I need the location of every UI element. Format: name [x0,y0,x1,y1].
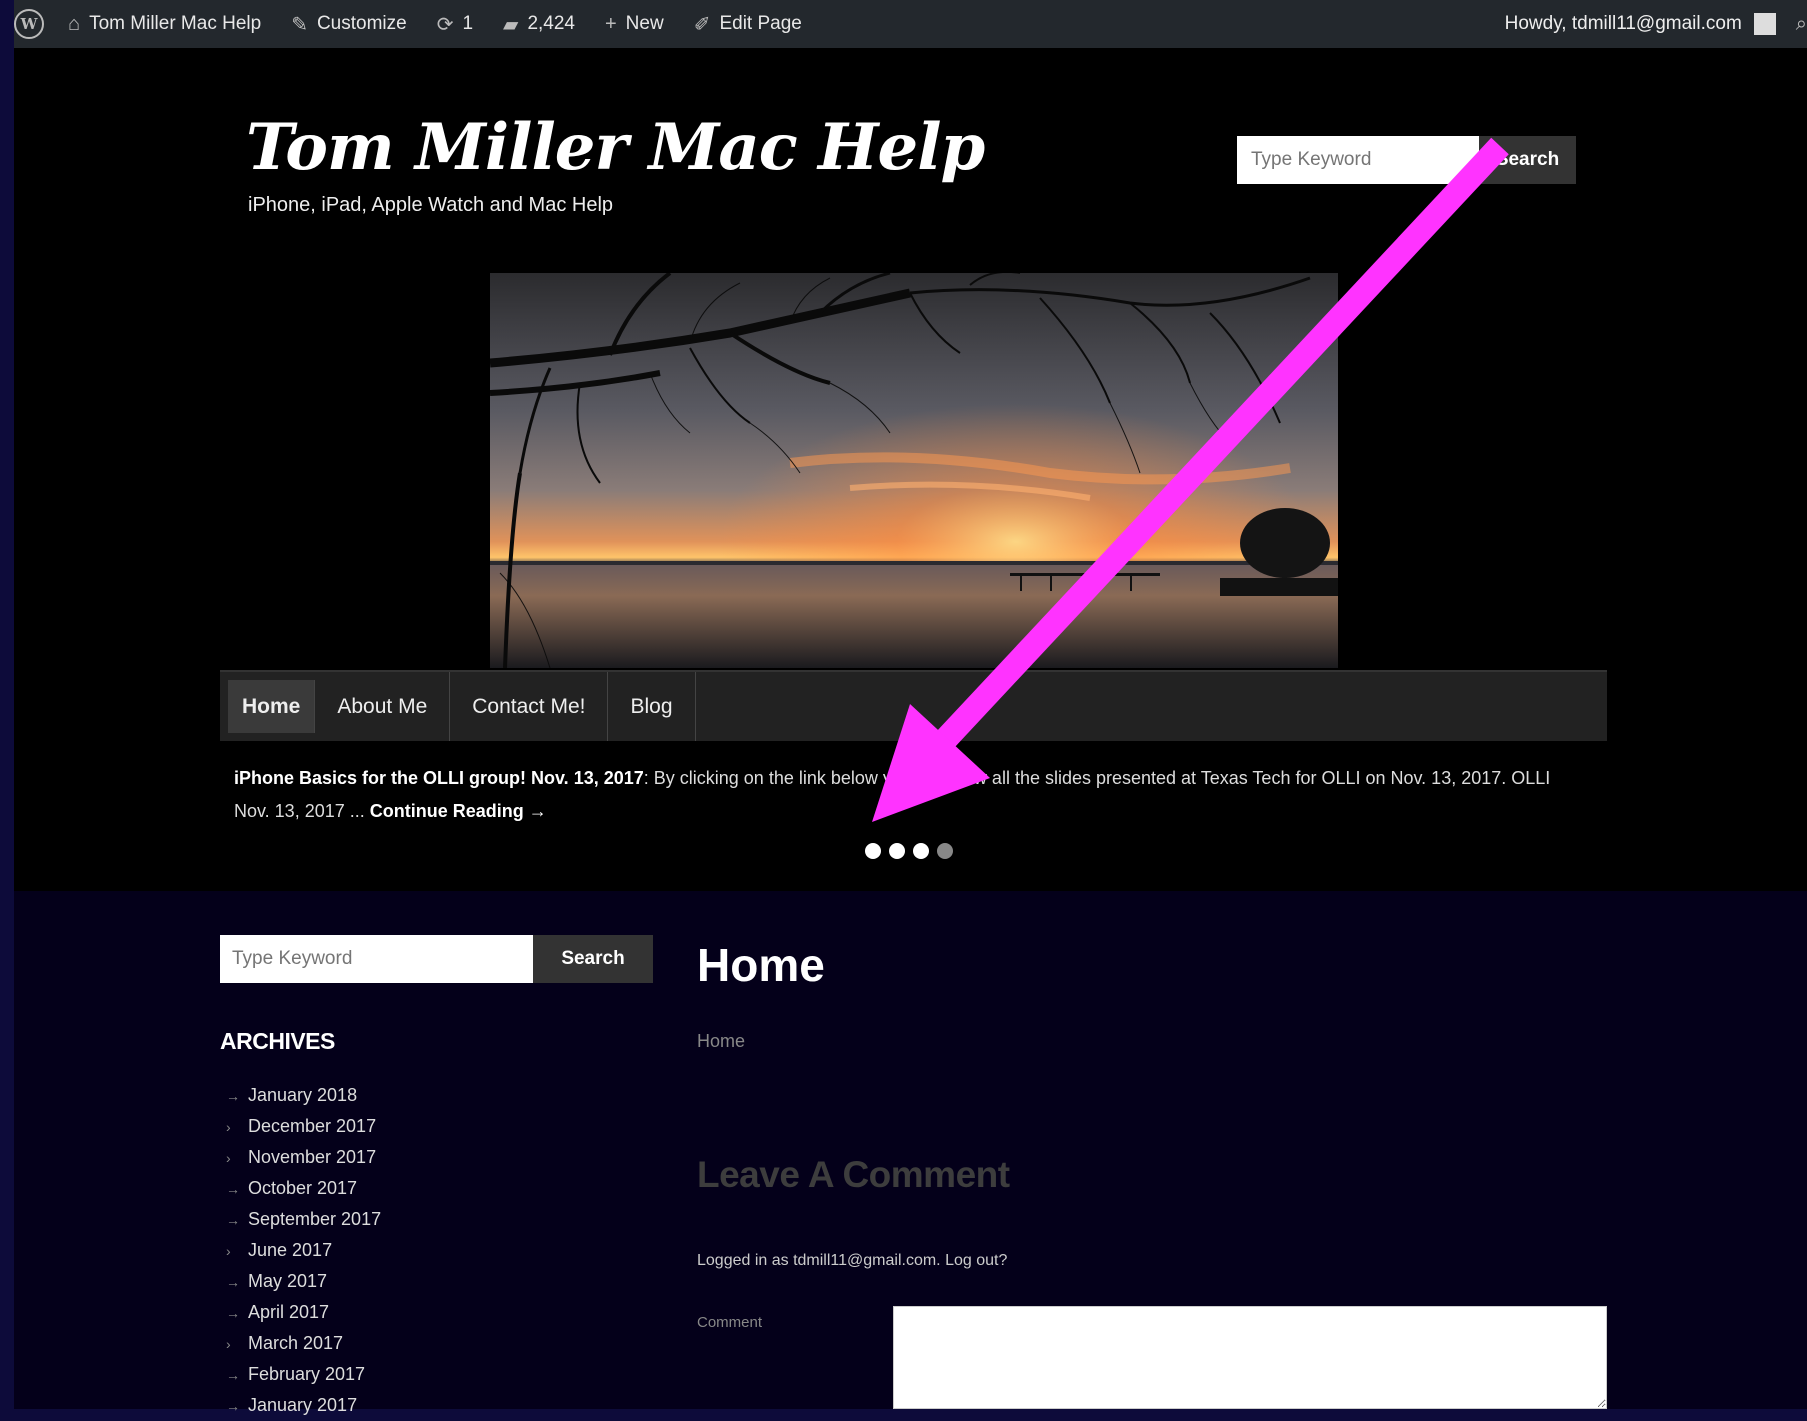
arrow-icon: → [226,1366,240,1383]
arrow-icon: → [226,1180,240,1197]
sidebar-search: Search [220,935,653,983]
admin-updates[interactable]: ⟳ 1 [437,12,473,37]
nav-home[interactable]: Home [228,680,316,733]
admin-customize-label: Customize [316,13,407,34]
header-search-button[interactable]: Search [1479,136,1576,184]
logged-in-text[interactable]: Logged in as tdmill11@gmail.com. Log out… [697,1252,1007,1270]
nav-contact-me[interactable]: Contact Me! [450,672,609,741]
slider-dot[interactable] [937,843,953,859]
leave-comment-heading: Leave A Comment [697,1154,1010,1195]
home-icon: ⌂ [68,12,81,35]
admin-new[interactable]: + New [605,13,664,36]
wordpress-logo-icon[interactable]: W [14,9,44,39]
admin-edit-page-label: Edit Page [719,13,802,34]
continue-reading-link[interactable]: Continue Reading → [370,801,547,821]
list-item[interactable]: → February 2017 [226,1359,381,1390]
archive-link[interactable]: September 2017 [248,1209,381,1230]
slider-dot[interactable] [865,843,881,859]
sidebar-search-input[interactable] [220,935,533,983]
main-nav: Home About Me Contact Me! Blog [220,670,1607,741]
hero-sunset-image [490,273,1338,668]
archive-link[interactable]: November 2017 [248,1147,376,1168]
list-item[interactable]: → September 2017 [226,1204,381,1235]
site-tagline: iPhone, iPad, Apple Watch and Mac Help [248,194,614,216]
nav-blog[interactable]: Blog [608,672,696,741]
archives-list: → January 2018 › December 2017 › November 2… [226,1080,381,1421]
chevron-right-icon: › [226,1242,231,1259]
page-frame: W ⌂ Tom Miller Mac Help ✎ Customize ⟳ 1 … [14,0,1807,1415]
nav-about-me[interactable]: About Me [315,672,451,741]
arrow-icon: → [226,1211,240,1228]
site-title[interactable]: Tom Miller Mac Help [246,110,985,185]
avatar[interactable] [1753,13,1776,35]
slider-dots [865,843,953,859]
archives-heading: ARCHIVES [220,1028,335,1054]
archive-link[interactable]: January 2018 [248,1085,357,1106]
list-item[interactable]: › March 2017 [226,1328,381,1359]
archive-link[interactable]: May 2017 [248,1271,327,1292]
pencil-icon: ✐ [693,13,711,36]
comment-textarea[interactable] [893,1306,1607,1409]
refresh-icon: ⟳ [436,13,454,36]
archive-link[interactable]: October 2017 [248,1178,357,1199]
sidebar-search-button[interactable]: Search [533,935,653,983]
slider-excerpt: iPhone Basics for the OLLI group! Nov. 1… [234,762,1584,828]
slider-dot[interactable] [913,843,929,859]
admin-comments-count: 2,424 [527,13,575,34]
wp-admin-bar: W ⌂ Tom Miller Mac Help ✎ Customize ⟳ 1 … [14,0,1807,48]
admin-edit-page[interactable]: ✐ Edit Page [694,12,802,37]
admin-customize[interactable]: ✎ Customize [291,12,407,37]
arrow-icon: → [226,1087,240,1104]
brush-icon: ✎ [291,13,308,36]
list-item[interactable]: → January 2017 [226,1390,381,1421]
slider-headline[interactable]: iPhone Basics for the OLLI group! Nov. 1… [234,768,644,788]
archive-link[interactable]: June 2017 [248,1240,332,1261]
arrow-icon: → [226,1397,240,1414]
site-header: Tom Miller Mac Help iPhone, iPad, Apple … [14,48,1807,891]
list-item[interactable]: › June 2017 [226,1235,381,1266]
comment-icon: ▰ [503,13,519,36]
breadcrumb[interactable]: Home [697,1031,745,1052]
admin-site-name[interactable]: ⌂ Tom Miller Mac Help [68,13,261,36]
search-icon[interactable]: ⌕ [1796,13,1807,36]
page-title: Home [697,939,825,991]
archive-link[interactable]: February 2017 [248,1364,365,1385]
admin-new-label: New [625,13,664,34]
list-item[interactable]: → January 2018 [226,1080,381,1111]
admin-comments[interactable]: ▰ 2,424 [503,12,575,37]
archive-link[interactable]: December 2017 [248,1116,376,1137]
arrow-icon: → [226,1273,240,1290]
list-item[interactable]: → October 2017 [226,1173,381,1204]
comment-label: Comment [697,1314,763,1331]
arrow-icon: → [226,1304,240,1321]
plus-icon: + [604,12,617,35]
howdy-user[interactable]: Howdy, tdmill11@gmail.com [1505,13,1742,35]
chevron-right-icon: › [226,1149,231,1166]
chevron-right-icon: › [226,1118,231,1135]
list-item[interactable]: › December 2017 [226,1111,381,1142]
archive-link[interactable]: April 2017 [248,1302,329,1323]
admin-updates-count: 1 [462,13,474,34]
list-item[interactable]: → April 2017 [226,1297,381,1328]
archive-link[interactable]: January 2017 [248,1395,357,1416]
chevron-right-icon: › [226,1335,231,1352]
list-item[interactable]: › November 2017 [226,1142,381,1173]
slider-dot[interactable] [889,843,905,859]
header-search-input[interactable] [1237,136,1479,184]
header-search: Search [1237,136,1576,184]
list-item[interactable]: → May 2017 [226,1266,381,1297]
admin-site-name-label: Tom Miller Mac Help [89,13,262,34]
archive-link[interactable]: March 2017 [248,1333,343,1354]
